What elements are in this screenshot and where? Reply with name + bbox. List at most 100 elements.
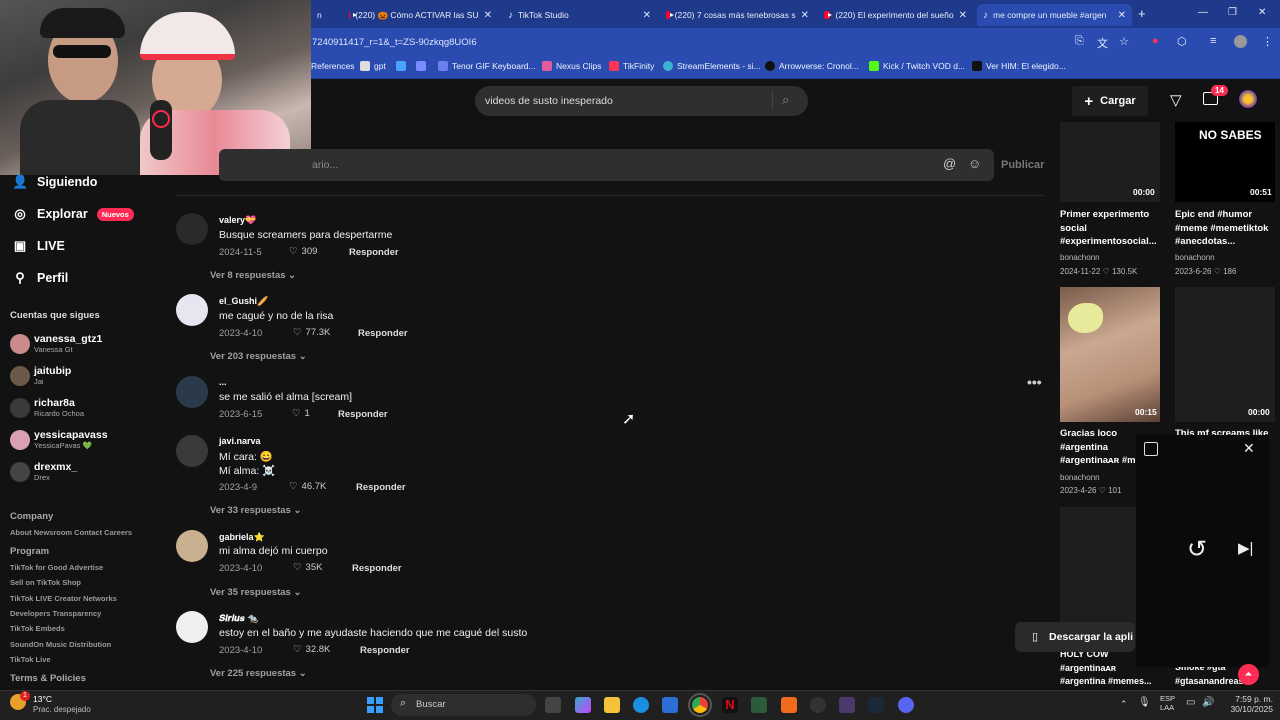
comment-username[interactable]: ... (219, 377, 227, 387)
reply-button[interactable]: Responder (356, 482, 406, 493)
language-indicator[interactable]: ESP LAA (1160, 694, 1175, 712)
replay-icon[interactable]: ↺ (1187, 535, 1207, 564)
app-icon[interactable] (839, 697, 855, 713)
bookmark-item[interactable]: TikFinity (609, 61, 654, 71)
close-tab-icon[interactable]: ✕ (643, 10, 651, 21)
footer-program-link[interactable]: TikTok Live (10, 655, 51, 664)
sidebar-item-live[interactable]: ▣ LIVE (12, 238, 65, 254)
view-replies-button[interactable]: Ver 203 respuestas ⌄ (210, 351, 307, 362)
video-thumbnail[interactable] (1175, 287, 1275, 422)
following-account[interactable]: drexmx_ Drex (10, 461, 77, 482)
browser-tab[interactable]: (220) 🎃 Cómo ACTIVAR las SU ✕ (343, 4, 498, 26)
app-icon[interactable] (781, 697, 797, 713)
view-replies-button[interactable]: Ver 225 respuestas ⌄ (210, 668, 307, 679)
copilot-icon[interactable] (575, 697, 591, 713)
network-icon[interactable]: ▭ (1186, 697, 1195, 708)
bookmark-item[interactable]: Arrowverse: Cronol... (765, 61, 859, 71)
like-button[interactable]: ♡ 35K (293, 562, 322, 573)
windows-start-icon[interactable] (367, 697, 383, 713)
comment-username[interactable]: gabriela⭐ (219, 532, 265, 543)
messages-icon[interactable]: ▽ (1170, 91, 1182, 109)
scroll-top-icon[interactable]: ⏶ (1238, 664, 1259, 685)
comment-username[interactable]: el_Gushi🥖 (219, 296, 268, 307)
restore-icon[interactable]: ❐ (1228, 7, 1237, 18)
like-button[interactable]: ♡ 77.3K (293, 327, 330, 338)
media-control-icon[interactable]: ≡ (1210, 35, 1216, 47)
video-title[interactable]: Primer experimento social #experimentoso… (1060, 208, 1160, 249)
video-author[interactable]: bonachonn (1060, 473, 1100, 482)
microphone-icon[interactable]: 🎙 (1138, 697, 1151, 708)
avatar[interactable] (176, 530, 208, 562)
view-replies-button[interactable]: Ver 35 respuestas ⌄ (210, 587, 301, 598)
browser-tab[interactable]: (220) El experimento del sueño ✕ (818, 4, 973, 26)
footer-program-link[interactable]: Sell on TikTok Shop (10, 578, 81, 587)
file-explorer-icon[interactable] (604, 697, 620, 713)
footer-program-link[interactable]: TikTok Embeds (10, 624, 65, 633)
edge-icon[interactable] (633, 697, 649, 713)
close-tab-icon[interactable]: ✕ (1118, 10, 1126, 21)
bookmark-item[interactable] (396, 61, 406, 71)
store-icon[interactable] (662, 697, 678, 713)
avatar[interactable] (176, 294, 208, 326)
browser-tab[interactable]: n (311, 4, 335, 26)
footer-program-link[interactable]: TikTok LIVE Creator Networks (10, 594, 117, 603)
bookmark-item[interactable] (416, 61, 426, 71)
video-title[interactable]: Gracias loco #argentina #argentinaᴀʀ #m (1060, 427, 1140, 468)
like-button[interactable]: ♡ 309 (289, 246, 317, 257)
reply-button[interactable]: Responder (338, 409, 388, 420)
obs-icon[interactable] (810, 697, 826, 713)
profile-avatar-icon[interactable] (1234, 35, 1247, 48)
close-tab-icon[interactable]: ✕ (801, 10, 809, 21)
task-view-icon[interactable] (545, 697, 561, 713)
minimize-icon[interactable]: — (1198, 7, 1208, 18)
url-field[interactable]: 7240911417_r=1&_t=ZS-90zkqg8UOI6 (312, 37, 477, 48)
avatar[interactable] (176, 435, 208, 467)
view-replies-button[interactable]: Ver 33 respuestas ⌄ (210, 505, 301, 516)
footer-program-link[interactable]: TikTok for Good Advertise (10, 563, 103, 572)
upload-button[interactable]: + Cargar (1072, 86, 1148, 116)
close-tab-icon[interactable]: ✕ (484, 10, 492, 21)
comment-username[interactable]: 𝑺𝒊𝒓𝒊𝒖𝒔 🐀 (219, 613, 258, 624)
minecraft-icon[interactable] (751, 697, 767, 713)
netflix-icon[interactable]: N (722, 697, 738, 713)
view-replies-button[interactable]: Ver 8 respuestas ⌄ (210, 270, 296, 281)
comment-username[interactable]: valery💝 (219, 215, 256, 226)
browser-tab[interactable]: (220) 7 cosas más tenebrosas s ✕ (660, 4, 815, 26)
video-author[interactable]: bonachonn (1175, 253, 1215, 262)
comment-username[interactable]: javi.narva (219, 436, 261, 446)
chrome-icon[interactable] (688, 693, 712, 717)
volume-icon[interactable]: 🔊 (1202, 697, 1214, 708)
bookmark-item[interactable]: gpt (360, 61, 386, 71)
footer-company-links[interactable]: About Newsroom Contact Careers (10, 528, 132, 537)
menu-kebab-icon[interactable]: ⋮ (1262, 35, 1273, 48)
video-title[interactable]: Epic end #humor #meme #memetiktok #anecd… (1175, 208, 1275, 249)
browser-tab-active[interactable]: ♪ me compre un mueble #argen ✕ (977, 4, 1132, 26)
extension-record-icon[interactable]: ● (1152, 35, 1159, 47)
reply-button[interactable]: Responder (358, 328, 408, 339)
following-account[interactable]: richar8a Ricardo Ochoa (10, 397, 84, 418)
extensions-icon[interactable]: ⬡ (1177, 35, 1187, 48)
bookmark-item[interactable]: Ver HIM: El elegido... (972, 61, 1066, 71)
bookmark-item[interactable]: References (311, 61, 354, 71)
sidebar-item-following[interactable]: 👤 Siguiendo (12, 174, 97, 190)
expand-icon[interactable] (1144, 442, 1158, 456)
avatar[interactable] (176, 213, 208, 245)
bookmark-item[interactable]: StreamElements - si... (663, 61, 761, 71)
following-account[interactable]: yessicapavass YessicaPavas 💚 (10, 429, 108, 450)
like-button[interactable]: ♡ 32.8K (293, 644, 330, 655)
reply-button[interactable]: Responder (349, 247, 399, 258)
bookmark-star-icon[interactable]: ☆ (1119, 35, 1129, 48)
avatar[interactable] (176, 611, 208, 643)
clock[interactable]: 7:59 p. m. 30/10/2025 (1221, 694, 1273, 714)
mention-icon[interactable]: @ (943, 156, 956, 171)
close-window-icon[interactable]: ✕ (1258, 7, 1266, 18)
user-avatar[interactable] (1239, 90, 1257, 108)
reply-button[interactable]: Responder (360, 645, 410, 656)
more-options-icon[interactable]: ••• (1027, 374, 1042, 390)
search-icon[interactable]: ⌕ (782, 92, 789, 108)
avatar[interactable] (176, 376, 208, 408)
footer-terms-title[interactable]: Terms & Policies (10, 673, 86, 684)
browser-tab[interactable]: ♪ TikTok Studio ✕ (502, 4, 657, 26)
following-account[interactable]: vanessa_gtz1 Vanessa Gt (10, 333, 102, 354)
steam-icon[interactable] (868, 697, 884, 713)
